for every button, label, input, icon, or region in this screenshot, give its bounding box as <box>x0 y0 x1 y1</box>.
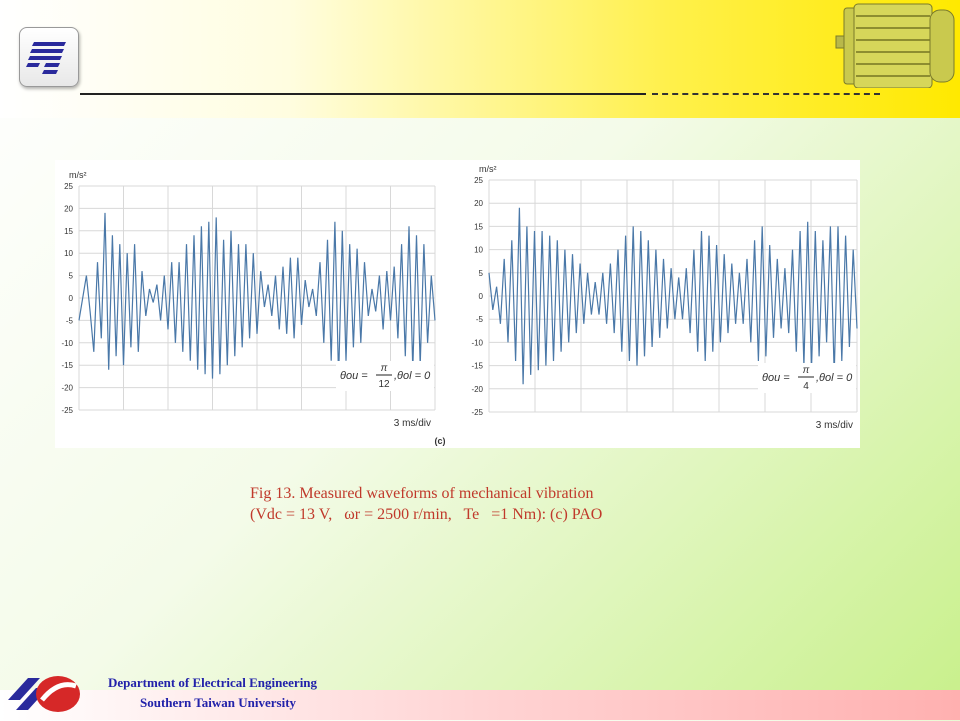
y-tick-label: -25 <box>61 406 73 415</box>
slide-header <box>0 0 960 118</box>
footer-university: Southern Taiwan University <box>140 695 297 710</box>
university-emblem-icon <box>6 670 86 716</box>
y-tick-label: 10 <box>64 249 73 258</box>
y-axis-label: m/s² <box>69 170 87 180</box>
footer-department: Department of Electrical Engineering <box>108 675 318 690</box>
figure-caption: Fig 13. Measured waveforms of mechanical… <box>250 483 602 525</box>
caption-line-1: Fig 13. Measured waveforms of mechanical… <box>250 485 594 502</box>
y-tick-label: -15 <box>471 362 483 371</box>
y-tick-label: -5 <box>66 316 74 325</box>
y-tick-label: -20 <box>61 384 73 393</box>
header-rule <box>80 93 646 95</box>
vibration-charts: 25 20 15 10 5 0 -5 -10 -15 -20 -25 m/s² θou = π 12 ,θol… <box>61 164 858 446</box>
y-tick-label: 5 <box>69 272 74 281</box>
annotation-rhs: ,θol = 0 <box>394 370 431 382</box>
y-tick-label: 20 <box>64 204 73 213</box>
y-tick-label: 10 <box>474 246 483 255</box>
y-tick-label: -10 <box>471 338 483 347</box>
header-dotted-rule <box>652 93 880 95</box>
y-tick-label: 0 <box>479 292 484 301</box>
y-tick-label: 5 <box>479 269 484 278</box>
y-tick-label: -20 <box>471 385 483 394</box>
y-tick-label: 20 <box>474 199 483 208</box>
annotation-numerator: π <box>803 365 810 376</box>
y-tick-label: 15 <box>474 222 483 231</box>
y-tick-label: -15 <box>61 361 73 370</box>
x-axis-label: 3 ms/div <box>816 420 853 431</box>
y-tick-label: -10 <box>61 339 73 348</box>
annotation-denominator: 4 <box>803 381 809 392</box>
motor-icon <box>834 2 956 89</box>
caption-line-2: (Vdc = 13 V, ωr = 2500 r/min, Te =1 Nm):… <box>250 506 603 523</box>
y-axis-label: m/s² <box>479 164 497 174</box>
y-tick-label: 15 <box>64 227 73 236</box>
annotation-numerator: π <box>381 363 388 374</box>
y-tick-label: 25 <box>64 182 73 191</box>
annotation-denominator: 12 <box>378 379 390 390</box>
annotation-lhs: θou = <box>340 370 368 382</box>
y-tick-label: -25 <box>471 408 483 417</box>
vibration-chart-panel: 25 20 15 10 5 0 -5 -10 -15 -20 -25 m/s² θou = π 12 ,θol… <box>55 160 860 448</box>
y-tick-label: 25 <box>474 176 483 185</box>
annotation-lhs: θou = <box>762 372 790 384</box>
y-tick-label: 0 <box>69 294 74 303</box>
y-tick-label: -5 <box>476 315 484 324</box>
panel-label: (c) <box>435 436 446 446</box>
annotation-rhs: ,θol = 0 <box>816 372 853 384</box>
stust-logo-icon <box>19 27 79 87</box>
x-axis-label: 3 ms/div <box>394 418 431 429</box>
